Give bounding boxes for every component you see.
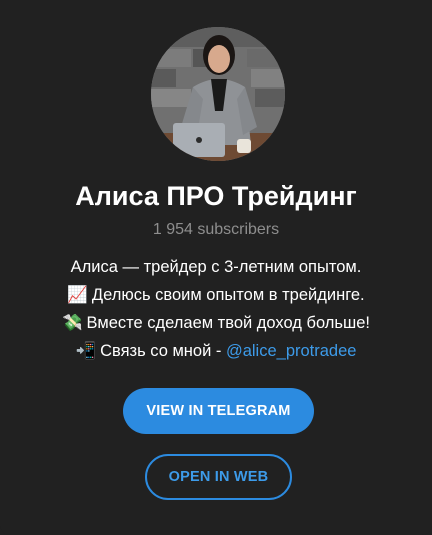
description-line-4: 📲 Связь со мной - @alice_protradee — [20, 337, 412, 365]
contact-username-link[interactable]: @alice_protradee — [226, 342, 357, 360]
mobile-arrow-icon: 📲 — [75, 342, 97, 360]
description-line-2-text: Делюсь своим опытом в трейдинге. — [91, 286, 365, 304]
channel-preview-card: Алиса ПРО Трейдинг 1 954 subscribers Али… — [0, 0, 432, 535]
description-line-1: Алиса — трейдер с 3-летним опытом. — [70, 258, 362, 276]
description-line-4-text: Связь со мной - — [100, 342, 226, 360]
view-in-telegram-button[interactable]: VIEW IN TELEGRAM — [123, 388, 314, 434]
channel-title: Алиса ПРО Трейдинг — [75, 181, 357, 211]
money-with-wings-icon: 💸 — [62, 314, 83, 332]
description-line-2: 📈 Делюсь своим опытом в трейдинге. — [20, 281, 412, 309]
description-line-3-text: Вместе сделаем твой доход больше! — [86, 314, 370, 332]
channel-avatar[interactable] — [151, 27, 285, 161]
description-line-3: 💸 Вместе сделаем твой доход больше! — [20, 309, 412, 337]
chart-increasing-icon: 📈 — [67, 286, 88, 304]
open-in-web-button[interactable]: OPEN IN WEB — [145, 454, 292, 500]
subscriber-count: 1 954 subscribers — [152, 221, 280, 238]
avatar-photo — [151, 27, 285, 161]
channel-description: Алиса — трейдер с 3-летним опытом. 📈 Делю… — [20, 253, 412, 365]
